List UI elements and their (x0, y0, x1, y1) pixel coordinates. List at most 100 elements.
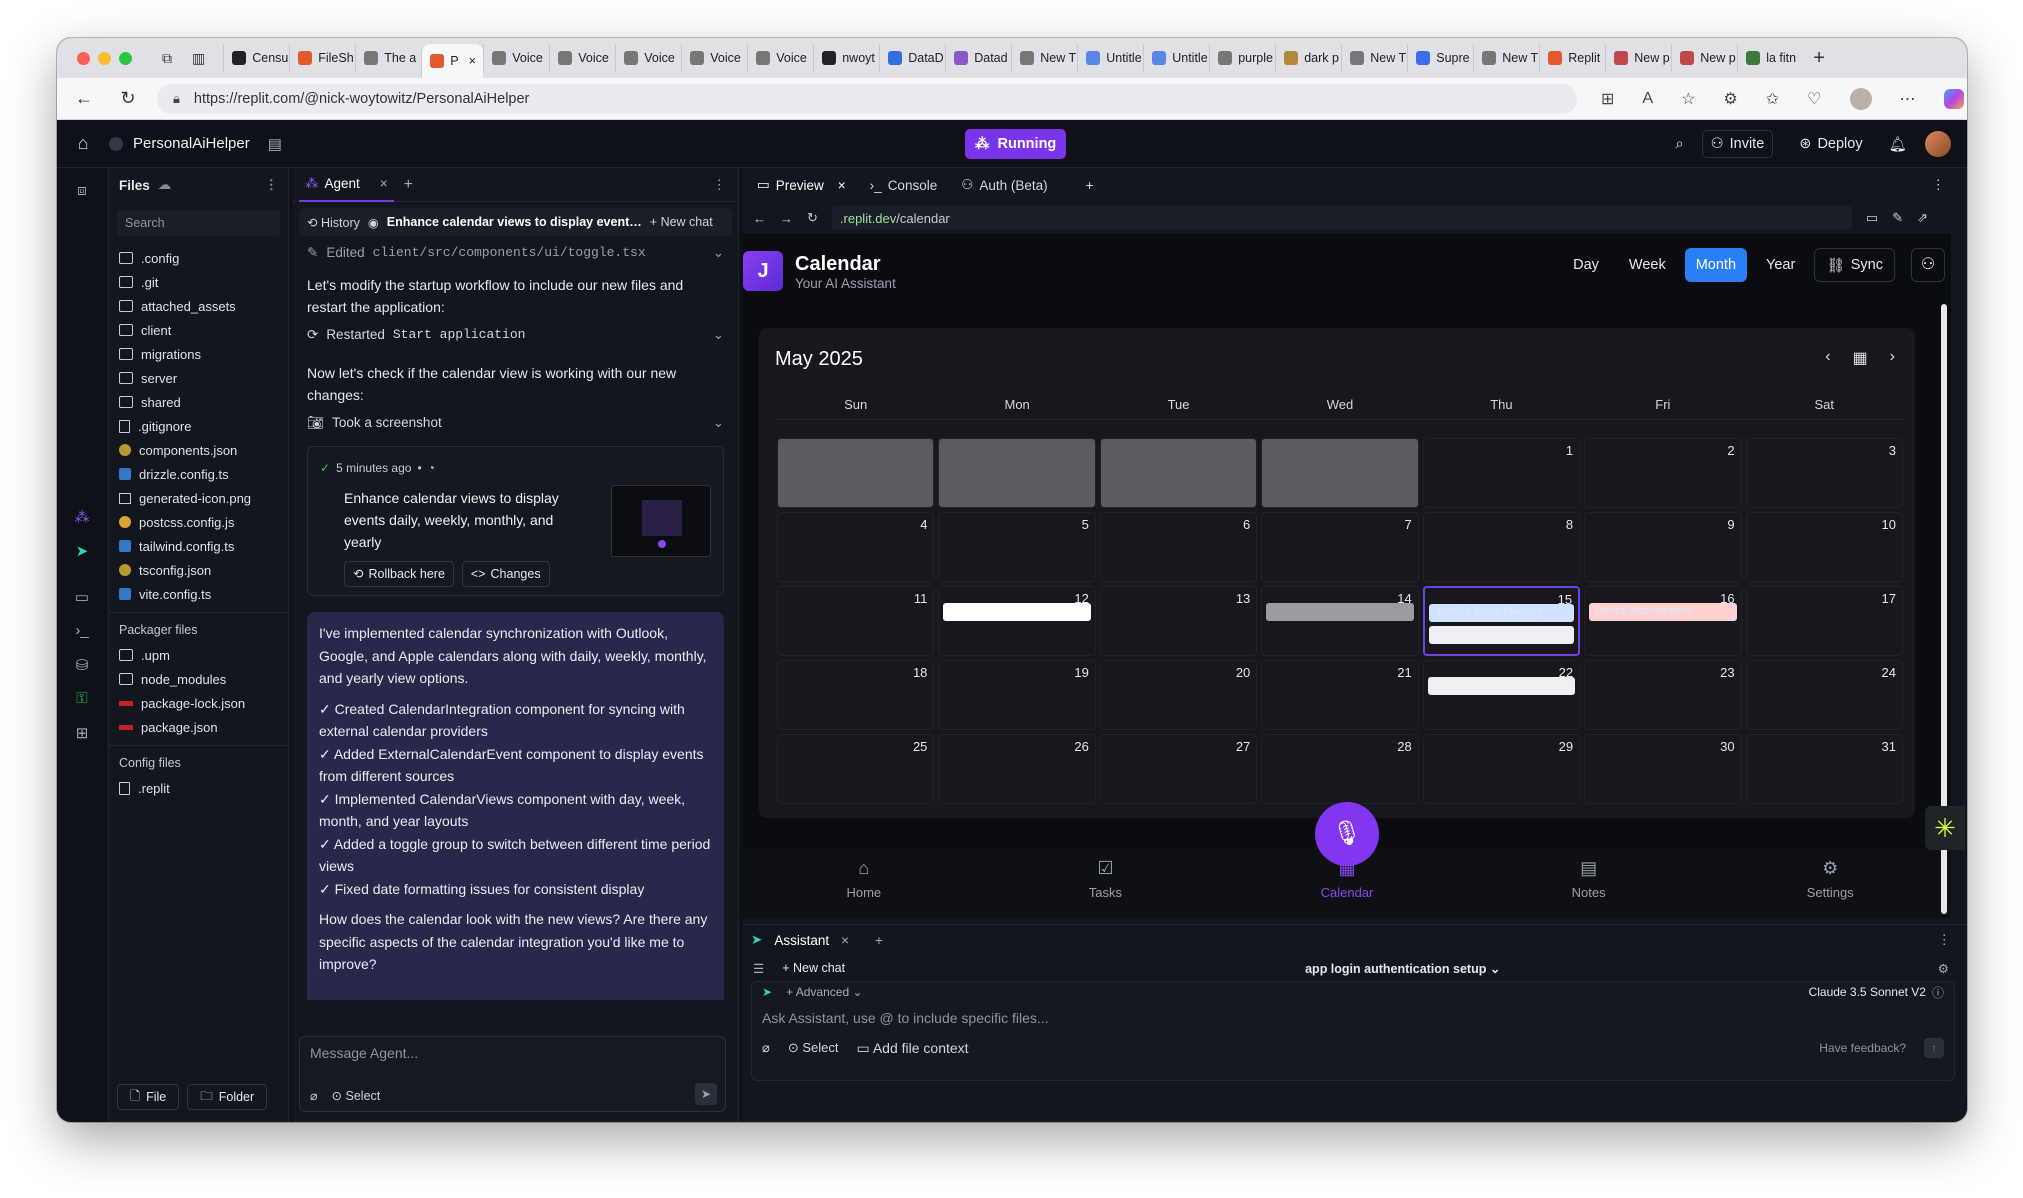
send-icon[interactable]: ↑ (1924, 1038, 1944, 1058)
agent-message-input[interactable]: Message Agent... ⌀ ⊙ Select ➤ (299, 1036, 726, 1112)
calendar-day-cell[interactable]: 10 (1745, 512, 1903, 582)
sparkle-icon[interactable]: ✳ (1925, 806, 1965, 850)
calendar-day-cell[interactable]: 29 (1422, 734, 1581, 804)
browser-tab[interactable]: Voice (483, 44, 549, 72)
workspaces-icon[interactable]: ⧉ (162, 50, 172, 67)
browser-tab[interactable]: New p (1671, 44, 1737, 72)
restart-step[interactable]: ⟳ Restarted Start application ⌄ (307, 322, 724, 348)
search-icon[interactable]: ⌕ (1675, 136, 1683, 152)
file-tree-item[interactable]: client (109, 318, 288, 342)
calendar-day-cell[interactable]: 19 (938, 660, 1096, 730)
browser-tab[interactable]: purple (1209, 44, 1275, 72)
view-day-button[interactable]: Day (1562, 248, 1610, 282)
preview-url-field[interactable]: .replit.dev/calendar (831, 206, 1852, 230)
calendar-day-cell[interactable]: 25 (777, 734, 935, 804)
forward-icon[interactable]: → (780, 211, 793, 226)
model-selector[interactable]: Claude 3.5 Sonnet V2 (1809, 985, 1926, 999)
browser-tab[interactable]: New T (1341, 44, 1407, 72)
calendar-day-cell[interactable]: 4 (777, 512, 935, 582)
new-folder-button[interactable]: 🗀︎ Folder (187, 1084, 268, 1110)
feedback-link[interactable]: Have feedback? (1819, 1041, 1906, 1055)
tab-assistant[interactable]: Assistant (774, 933, 829, 948)
file-tree-item[interactable]: components.json (109, 438, 288, 462)
assistant-chat-title[interactable]: app login authentication setup ⌄ (1305, 961, 1500, 976)
invite-button[interactable]: ⚇ Invite (1701, 130, 1774, 158)
browser-tab[interactable]: P × (421, 44, 484, 78)
back-icon[interactable]: ← (753, 211, 766, 226)
sync-button[interactable]: ⛓ Sync (1814, 248, 1895, 282)
calendar-day-cell[interactable]: 2 (1584, 438, 1742, 508)
add-file-context-button[interactable]: ▭ Add file context (856, 1040, 968, 1057)
close-tab-icon[interactable]: × (469, 54, 476, 68)
select-element-button[interactable]: ⊙ Select (788, 1040, 839, 1056)
maximize-window-button[interactable] (119, 51, 132, 65)
nav-calendar[interactable]: ▦ Calendar (1226, 858, 1468, 918)
new-chat-button[interactable]: + New chat (782, 961, 845, 975)
browser-tab[interactable]: Voice (549, 44, 615, 72)
close-tab-icon[interactable]: × (380, 176, 388, 191)
favorites-icon[interactable]: ✩ (1766, 89, 1779, 109)
advanced-toggle[interactable]: + Advanced ⌄ (786, 985, 862, 999)
notifications-bell-icon[interactable]: 🔔︎ (1889, 136, 1907, 153)
browser-tab[interactable]: Voice (747, 44, 813, 72)
file-tree-item[interactable]: .config (109, 246, 288, 270)
browser-tab[interactable]: New p (1605, 44, 1671, 72)
calendar-day-cell[interactable]: 15 Weekly Team Meeting (1422, 586, 1581, 656)
settings-gear-icon[interactable]: ⚙ (1938, 961, 1949, 976)
calendar-day-cell[interactable]: 26 (938, 734, 1096, 804)
calendar-day-cell[interactable]: 22 (1422, 660, 1581, 730)
browser-tab[interactable]: Supre (1407, 44, 1473, 72)
calendar-event[interactable] (1428, 626, 1575, 644)
home-icon[interactable]: ⌂ (57, 133, 109, 154)
run-button[interactable]: ⁂ Running (965, 129, 1067, 159)
file-tree-icon[interactable]: ⧈ (70, 182, 94, 206)
browser-tab[interactable]: Untitle (1077, 44, 1143, 72)
file-tree-item[interactable]: tsconfig.json (109, 558, 288, 582)
file-tree-item[interactable]: drizzle.config.ts (109, 462, 288, 486)
file-tree-item[interactable]: package-lock.json (109, 691, 288, 715)
minimize-window-button[interactable] (98, 51, 111, 65)
browser-tab[interactable]: Voice (615, 44, 681, 72)
file-tree-item[interactable]: tailwind.config.ts (109, 534, 288, 558)
browser-tab[interactable]: New T (1473, 44, 1539, 72)
read-aloud-icon[interactable]: A (1642, 90, 1653, 108)
calendar-day-cell[interactable]: 27 (1099, 734, 1258, 804)
calendar-event[interactable] (1427, 677, 1576, 695)
extensions-icon[interactable]: ⚙ (1723, 89, 1737, 109)
view-year-button[interactable]: Year (1755, 248, 1806, 282)
calendar-day-cell[interactable]: 5 (938, 512, 1096, 582)
assistant-icon[interactable]: ➤ (70, 542, 94, 566)
user-icon[interactable]: ⚇ (1911, 248, 1945, 282)
agent-menu-icon[interactable]: ⋮ (713, 177, 727, 193)
file-tree-item[interactable]: package.json (109, 715, 288, 739)
tab-agent[interactable]: ⁂ Agent × (299, 168, 394, 202)
browser-tab[interactable]: Censu (223, 44, 289, 72)
calendar-event[interactable] (1266, 603, 1414, 621)
screenshot-step[interactable]: 📷︎ Took a screenshot ⌄ (307, 410, 724, 436)
calendar-day-cell[interactable]: 18 (777, 660, 935, 730)
sidebar-toggle-icon[interactable]: ▥ (192, 50, 205, 67)
browser-tab[interactable]: DataD (879, 44, 945, 72)
history-button[interactable]: ⟲ History (307, 215, 360, 230)
add-tab-button[interactable]: + (875, 933, 883, 948)
files-menu-icon[interactable]: ⋮ (265, 177, 279, 193)
browser-tab[interactable]: Voice (681, 44, 747, 72)
preview-menu-icon[interactable]: ⋮ (1932, 177, 1946, 193)
next-month-icon[interactable]: › (1890, 348, 1895, 368)
calendar-day-cell[interactable]: 3 (1745, 438, 1903, 508)
changes-button[interactable]: <> Changes (461, 561, 550, 587)
calendar-event[interactable]: Weekly Team Meeting (1428, 604, 1575, 622)
calendar-day-cell[interactable]: 8 (1422, 512, 1581, 582)
database-icon[interactable]: ⛁ (70, 656, 94, 680)
new-tab-button[interactable]: + (1813, 47, 1825, 70)
device-icon[interactable]: ▭ (1866, 210, 1878, 226)
nav-home[interactable]: ⌂ Home (743, 858, 985, 918)
copilot-icon[interactable] (1943, 88, 1964, 109)
nav-notes[interactable]: ▤ Notes (1468, 858, 1710, 918)
open-new-tab-icon[interactable]: ⇗ (1917, 210, 1928, 226)
browser-tab[interactable]: Replit (1539, 44, 1605, 72)
file-tree-item[interactable]: attached_assets (109, 294, 288, 318)
devtools-icon[interactable]: ✎ (1892, 210, 1903, 226)
assistant-input[interactable]: ➤ + Advanced ⌄ Claude 3.5 Sonnet V2 ⓘ As… (751, 981, 1955, 1081)
file-tree-item[interactable]: vite.config.ts (109, 582, 288, 606)
